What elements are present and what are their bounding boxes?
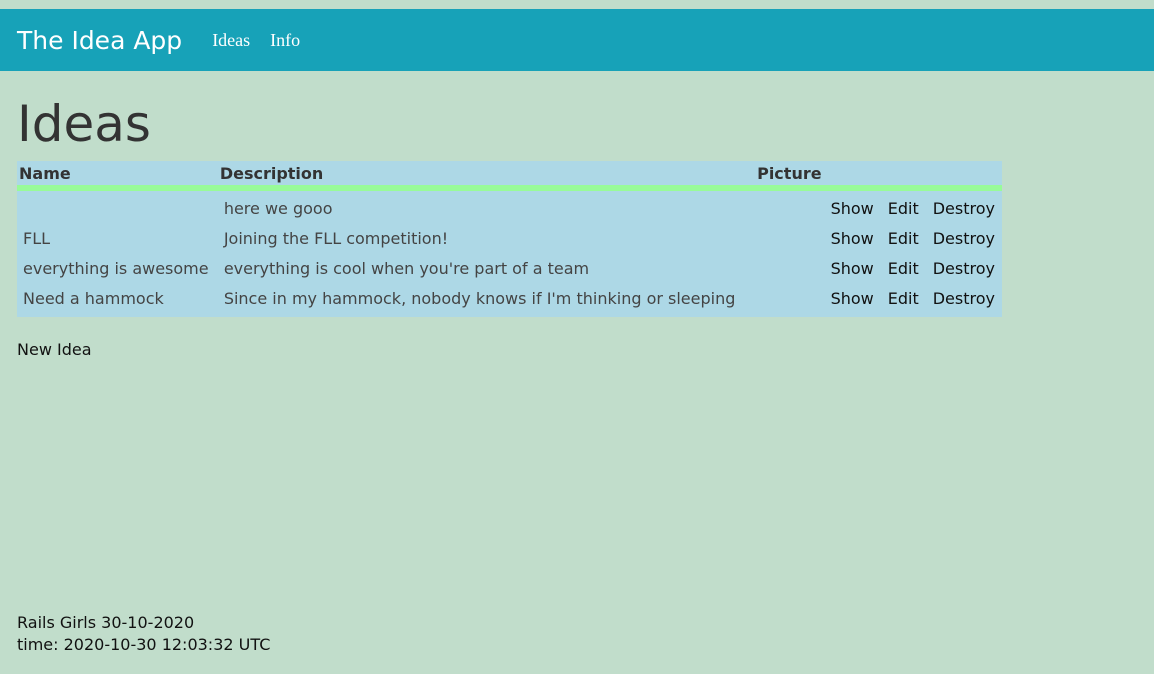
show-link[interactable]: Show — [830, 199, 875, 218]
idea-picture — [755, 283, 823, 317]
new-idea-link[interactable]: New Idea — [17, 340, 92, 359]
table-row: here we gooo Show Edit Destroy — [17, 188, 1002, 223]
column-header-destroy — [925, 161, 1002, 191]
idea-picture — [755, 253, 823, 283]
column-header-show — [823, 161, 881, 191]
table-row: Need a hammock Since in my hammock, nobo… — [17, 283, 1002, 317]
ideas-table: Name Description Picture here we gooo Sh… — [17, 161, 1002, 317]
destroy-link[interactable]: Destroy — [932, 229, 996, 248]
navbar: The Idea App Ideas Info — [0, 9, 1154, 71]
edit-link[interactable]: Edit — [887, 289, 920, 308]
footer-timestamp: time: 2020-10-30 12:03:32 UTC — [17, 635, 271, 654]
table-row: FLL Joining the FLL competition! Show Ed… — [17, 223, 1002, 253]
table-header-row: Name Description Picture — [17, 161, 1002, 191]
idea-name — [17, 188, 218, 223]
nav-link-info[interactable]: Info — [270, 30, 300, 51]
page-title: Ideas — [17, 95, 151, 153]
show-link[interactable]: Show — [830, 259, 875, 278]
idea-description: everything is cool when you're part of a… — [223, 258, 590, 278]
idea-name: everything is awesome — [23, 258, 209, 278]
idea-description: Joining the FLL competition! — [223, 228, 449, 248]
table-row: everything is awesome everything is cool… — [17, 253, 1002, 283]
column-header-picture: Picture — [755, 161, 824, 191]
idea-name: FLL — [23, 228, 51, 248]
show-link[interactable]: Show — [830, 229, 875, 248]
edit-link[interactable]: Edit — [887, 259, 920, 278]
column-header-name: Name — [17, 161, 218, 191]
idea-picture — [755, 223, 823, 253]
destroy-link[interactable]: Destroy — [932, 199, 996, 218]
show-link[interactable]: Show — [830, 289, 875, 308]
idea-name: Need a hammock — [23, 288, 164, 308]
destroy-link[interactable]: Destroy — [932, 289, 996, 308]
destroy-link[interactable]: Destroy — [932, 259, 996, 278]
idea-picture — [755, 188, 823, 223]
column-header-edit — [880, 161, 926, 191]
column-header-description: Description — [217, 161, 756, 191]
idea-description: here we gooo — [223, 198, 333, 218]
idea-description: Since in my hammock, nobody knows if I'm… — [223, 288, 736, 308]
brand-link[interactable]: The Idea App — [17, 26, 182, 55]
footer-title: Rails Girls 30-10-2020 — [17, 613, 195, 632]
edit-link[interactable]: Edit — [887, 199, 920, 218]
nav-link-ideas[interactable]: Ideas — [212, 30, 250, 51]
edit-link[interactable]: Edit — [887, 229, 920, 248]
footer: Rails Girls 30-10-2020 time: 2020-10-30 … — [17, 612, 270, 656]
